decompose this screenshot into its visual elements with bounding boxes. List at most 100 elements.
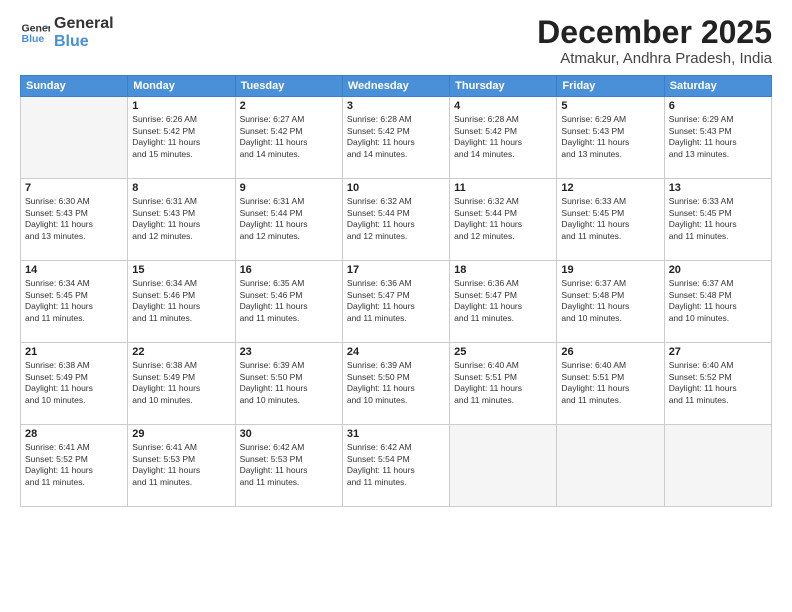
day-number: 11 (454, 182, 552, 194)
day-info: Sunrise: 6:32 AM Sunset: 5:44 PM Dayligh… (454, 196, 552, 242)
day-info: Sunrise: 6:38 AM Sunset: 5:49 PM Dayligh… (132, 360, 230, 406)
calendar-cell: 25 Sunrise: 6:40 AM Sunset: 5:51 PM Dayli… (450, 343, 557, 425)
day-number: 22 (132, 346, 230, 358)
logo-blue: Blue (54, 33, 114, 51)
day-number: 8 (132, 182, 230, 194)
calendar-cell: 21Sunrise: 6:38 AM Sunset: 5:49 PM Dayli… (21, 343, 128, 425)
day-number: 1 (132, 100, 230, 112)
svg-text:Blue: Blue (22, 33, 45, 45)
day-info: Sunrise: 6:29 AM Sunset: 5:43 PM Dayligh… (561, 114, 659, 160)
day-info: Sunrise: 6:42 AM Sunset: 5:54 PM Dayligh… (347, 442, 445, 488)
day-number: 26 (561, 346, 659, 358)
day-info: Sunrise: 6:28 AM Sunset: 5:42 PM Dayligh… (347, 114, 445, 160)
calendar-cell: 15 Sunrise: 6:34 AM Sunset: 5:46 PM Dayli… (128, 261, 235, 343)
weekday-monday: Monday (128, 76, 235, 97)
day-info: Sunrise: 6:32 AM Sunset: 5:44 PM Dayligh… (347, 196, 445, 242)
day-number: 18 (454, 264, 552, 276)
day-info: Sunrise: 6:33 AM Sunset: 5:45 PM Dayligh… (561, 196, 659, 242)
day-number: 17 (347, 264, 445, 276)
weekday-wednesday: Wednesday (342, 76, 449, 97)
week-row-1: 1 Sunrise: 6:26 AM Sunset: 5:42 PM Daylig… (21, 97, 772, 179)
week-row-2: 7 Sunrise: 6:30 AM Sunset: 5:43 PM Daylig… (21, 179, 772, 261)
day-info: Sunrise: 6:36 AM Sunset: 5:47 PM Dayligh… (347, 278, 445, 324)
day-number: 23 (240, 346, 338, 358)
day-info: Sunrise: 6:28 AM Sunset: 5:42 PM Dayligh… (454, 114, 552, 160)
calendar-cell: 5Sunrise: 6:29 AM Sunset: 5:43 PM Daylig… (557, 97, 664, 179)
calendar-cell: 10 Sunrise: 6:32 AM Sunset: 5:44 PM Dayli… (342, 179, 449, 261)
title-block: December 2025 Atmakur, Andhra Pradesh, I… (537, 15, 772, 67)
day-number: 3 (347, 100, 445, 112)
day-info: Sunrise: 6:39 AM Sunset: 5:50 PM Dayligh… (240, 360, 338, 406)
day-info: Sunrise: 6:41 AM Sunset: 5:52 PM Dayligh… (25, 442, 123, 488)
day-number: 16 (240, 264, 338, 276)
day-info: Sunrise: 6:27 AM Sunset: 5:42 PM Dayligh… (240, 114, 338, 160)
weekday-friday: Friday (557, 76, 664, 97)
calendar-cell: 26Sunrise: 6:40 AM Sunset: 5:51 PM Dayli… (557, 343, 664, 425)
day-number: 13 (669, 182, 767, 194)
calendar-cell: 7 Sunrise: 6:30 AM Sunset: 5:43 PM Daylig… (21, 179, 128, 261)
calendar-cell (557, 425, 664, 507)
weekday-saturday: Saturday (664, 76, 771, 97)
week-row-4: 21 Sunrise: 6:38 AM Sunset: 5:49 PM Dayli… (21, 343, 772, 425)
location-title: Atmakur, Andhra Pradesh, India (537, 50, 772, 67)
calendar-cell: 24 Sunrise: 6:39 AM Sunset: 5:50 PM Dayli… (342, 343, 449, 425)
calendar-cell: 2 Sunrise: 6:27 AM Sunset: 5:42 PM Daylig… (235, 97, 342, 179)
day-number: 30 (240, 428, 338, 440)
calendar-cell: 18 Sunrise: 6:36 AM Sunset: 5:47 PM Dayli… (450, 261, 557, 343)
day-info: Sunrise: 6:40 AM Sunset: 5:51 PM Dayligh… (454, 360, 552, 406)
day-info: Sunrise: 6:37 AM Sunset: 5:48 PM Dayligh… (561, 278, 659, 324)
day-info: Sunrise: 6:36 AM Sunset: 5:47 PM Dayligh… (454, 278, 552, 324)
calendar-cell: 13 Sunrise: 6:33 AM Sunset: 5:45 PM Dayli… (664, 179, 771, 261)
calendar-cell: 28Sunrise: 6:41 AM Sunset: 5:52 PM Dayli… (21, 425, 128, 507)
calendar-cell (664, 425, 771, 507)
day-number: 12 (561, 182, 659, 194)
day-info: Sunrise: 6:33 AM Sunset: 5:45 PM Dayligh… (669, 196, 767, 242)
calendar-cell: 1 Sunrise: 6:26 AM Sunset: 5:42 PM Daylig… (128, 97, 235, 179)
weekday-thursday: Thursday (450, 76, 557, 97)
calendar-cell: 20Sunrise: 6:37 AM Sunset: 5:48 PM Dayli… (664, 261, 771, 343)
day-number: 31 (347, 428, 445, 440)
calendar-cell: 29Sunrise: 6:41 AM Sunset: 5:53 PM Dayli… (128, 425, 235, 507)
logo-general: General (54, 15, 114, 33)
calendar-cell: 8Sunrise: 6:31 AM Sunset: 5:43 PM Daylig… (128, 179, 235, 261)
calendar-cell: 14 Sunrise: 6:34 AM Sunset: 5:45 PM Dayli… (21, 261, 128, 343)
day-number: 2 (240, 100, 338, 112)
calendar-cell: 27Sunrise: 6:40 AM Sunset: 5:52 PM Dayli… (664, 343, 771, 425)
week-row-5: 28Sunrise: 6:41 AM Sunset: 5:52 PM Dayli… (21, 425, 772, 507)
calendar-cell: 19 Sunrise: 6:37 AM Sunset: 5:48 PM Dayli… (557, 261, 664, 343)
day-number: 24 (347, 346, 445, 358)
calendar-cell: 3 Sunrise: 6:28 AM Sunset: 5:42 PM Daylig… (342, 97, 449, 179)
weekday-sunday: Sunday (21, 76, 128, 97)
day-info: Sunrise: 6:30 AM Sunset: 5:43 PM Dayligh… (25, 196, 123, 242)
day-info: Sunrise: 6:26 AM Sunset: 5:42 PM Dayligh… (132, 114, 230, 160)
logo-icon: General Blue (20, 18, 50, 48)
day-number: 21 (25, 346, 123, 358)
calendar-cell: 17 Sunrise: 6:36 AM Sunset: 5:47 PM Dayli… (342, 261, 449, 343)
calendar-cell: 11 Sunrise: 6:32 AM Sunset: 5:44 PM Dayli… (450, 179, 557, 261)
day-info: Sunrise: 6:34 AM Sunset: 5:45 PM Dayligh… (25, 278, 123, 324)
day-number: 19 (561, 264, 659, 276)
day-number: 25 (454, 346, 552, 358)
day-number: 14 (25, 264, 123, 276)
day-number: 9 (240, 182, 338, 194)
day-info: Sunrise: 6:42 AM Sunset: 5:53 PM Dayligh… (240, 442, 338, 488)
day-number: 4 (454, 100, 552, 112)
calendar-cell: 6Sunrise: 6:29 AM Sunset: 5:43 PM Daylig… (664, 97, 771, 179)
calendar-table: SundayMondayTuesdayWednesdayThursdayFrid… (20, 75, 772, 507)
calendar-cell: 4 Sunrise: 6:28 AM Sunset: 5:42 PM Daylig… (450, 97, 557, 179)
day-number: 10 (347, 182, 445, 194)
weekday-tuesday: Tuesday (235, 76, 342, 97)
header: General Blue General Blue December 2025 … (20, 15, 772, 67)
calendar-cell: 31 Sunrise: 6:42 AM Sunset: 5:54 PM Dayli… (342, 425, 449, 507)
week-row-3: 14 Sunrise: 6:34 AM Sunset: 5:45 PM Dayli… (21, 261, 772, 343)
calendar-cell: 9Sunrise: 6:31 AM Sunset: 5:44 PM Daylig… (235, 179, 342, 261)
day-number: 7 (25, 182, 123, 194)
day-info: Sunrise: 6:34 AM Sunset: 5:46 PM Dayligh… (132, 278, 230, 324)
day-number: 20 (669, 264, 767, 276)
calendar-cell: 23 Sunrise: 6:39 AM Sunset: 5:50 PM Dayli… (235, 343, 342, 425)
calendar-cell: 22 Sunrise: 6:38 AM Sunset: 5:49 PM Dayli… (128, 343, 235, 425)
month-title: December 2025 (537, 15, 772, 50)
day-info: Sunrise: 6:40 AM Sunset: 5:52 PM Dayligh… (669, 360, 767, 406)
day-info: Sunrise: 6:39 AM Sunset: 5:50 PM Dayligh… (347, 360, 445, 406)
day-number: 15 (132, 264, 230, 276)
